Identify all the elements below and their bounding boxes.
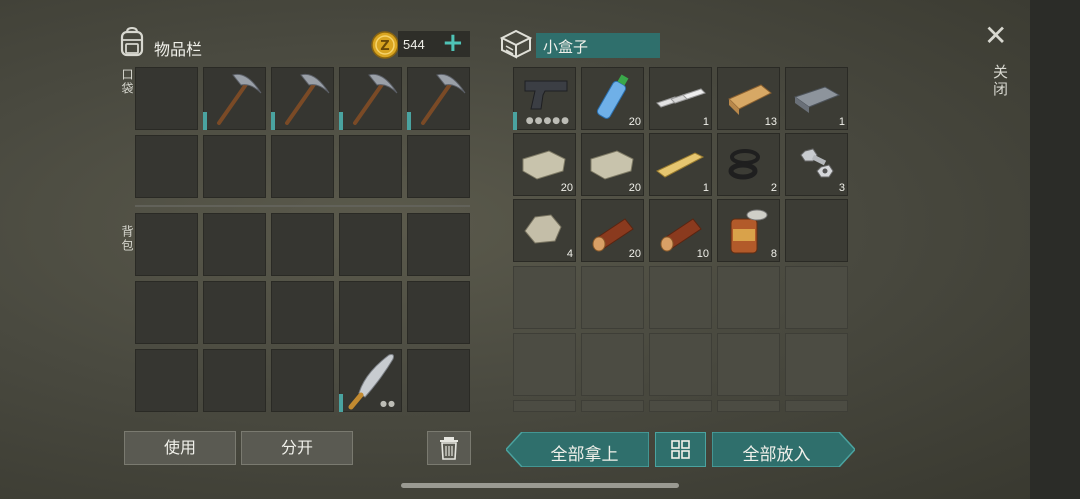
- container-slot[interactable]: 4: [513, 199, 576, 262]
- container-slot[interactable]: ●●●●●: [513, 67, 576, 130]
- container-slot[interactable]: 1: [649, 133, 712, 196]
- pocket-slot[interactable]: [339, 135, 402, 198]
- container-slot[interactable]: 1: [649, 67, 712, 130]
- backpack-slot[interactable]: [339, 281, 402, 344]
- container-slot[interactable]: [581, 333, 644, 396]
- backpack-slot[interactable]: [203, 349, 266, 412]
- container-slot[interactable]: [649, 266, 712, 329]
- backpack-slot[interactable]: [135, 213, 198, 276]
- delete-button[interactable]: [427, 431, 471, 465]
- container-slot[interactable]: [581, 266, 644, 329]
- pocket-slot[interactable]: [135, 67, 198, 130]
- container-slot[interactable]: [649, 400, 712, 412]
- coin-icon: Z: [371, 31, 399, 59]
- home-indicator: [401, 483, 679, 488]
- container-slot[interactable]: 8: [717, 199, 780, 262]
- container-slot[interactable]: [581, 400, 644, 412]
- container-slot[interactable]: 20: [581, 133, 644, 196]
- backpack-slot[interactable]: [135, 281, 198, 344]
- pocket-slot[interactable]: [271, 135, 334, 198]
- pickaxe-icon: [217, 73, 262, 125]
- backpack-slot[interactable]: [203, 213, 266, 276]
- sort-button[interactable]: [655, 432, 706, 467]
- box-icon: [499, 29, 533, 59]
- take-all-button[interactable]: 全部拿上: [520, 440, 649, 465]
- pocket-label: 口袋: [120, 68, 134, 96]
- put-all-button[interactable]: 全部放入: [712, 440, 841, 465]
- container-slot[interactable]: 20: [581, 199, 644, 262]
- pocket-slot[interactable]: [339, 67, 402, 130]
- divider: [135, 205, 470, 207]
- backpack-slot[interactable]: [203, 281, 266, 344]
- backpack-slot[interactable]: [271, 213, 334, 276]
- side-panel: [1030, 0, 1080, 499]
- split-button[interactable]: 分开: [241, 431, 353, 465]
- grid-icon: [671, 440, 690, 459]
- backpack-label: 背包: [120, 225, 134, 253]
- container-name: 小盒子: [543, 38, 589, 56]
- backpack-slot[interactable]: [407, 281, 470, 344]
- pocket-slot[interactable]: [203, 67, 266, 130]
- svg-text:Z: Z: [380, 39, 389, 54]
- use-button[interactable]: 使用: [124, 431, 236, 465]
- container-slot[interactable]: 2: [717, 133, 780, 196]
- container-slot[interactable]: [513, 266, 576, 329]
- trash-icon: [440, 437, 458, 460]
- pickaxe-icon: [353, 73, 398, 125]
- container-slot[interactable]: [649, 333, 712, 396]
- container-slot[interactable]: [785, 333, 848, 396]
- backpack-slot[interactable]: [271, 281, 334, 344]
- container-slot[interactable]: [717, 333, 780, 396]
- container-slot[interactable]: [717, 266, 780, 329]
- container-slot[interactable]: 10: [649, 199, 712, 262]
- container-slot[interactable]: 20: [513, 133, 576, 196]
- backpack-slot[interactable]: [407, 213, 470, 276]
- container-slot[interactable]: [513, 400, 576, 412]
- close-label[interactable]: 关闭: [990, 64, 1011, 98]
- backpack-slot[interactable]: ●●: [339, 349, 402, 412]
- container-slot[interactable]: 20: [581, 67, 644, 130]
- pickaxe-icon: [285, 73, 330, 125]
- backpack-slot[interactable]: [135, 349, 198, 412]
- pickaxe-icon: [421, 73, 466, 125]
- container-slot[interactable]: [513, 333, 576, 396]
- backpack-icon: [120, 26, 144, 57]
- backpack-slot[interactable]: [339, 213, 402, 276]
- container-slot[interactable]: 13: [717, 67, 780, 130]
- add-coins-button[interactable]: +: [442, 28, 464, 58]
- coin-count: 544: [403, 37, 425, 52]
- container-slot[interactable]: [785, 266, 848, 329]
- pocket-slot[interactable]: [407, 135, 470, 198]
- pocket-slot[interactable]: [271, 67, 334, 130]
- inventory-title: 物品栏: [154, 40, 203, 59]
- container-slot[interactable]: [717, 400, 780, 412]
- pocket-slot[interactable]: [407, 67, 470, 130]
- backpack-slot[interactable]: [271, 349, 334, 412]
- container-slot[interactable]: [785, 199, 848, 262]
- container-slot[interactable]: [785, 400, 848, 412]
- container-slot[interactable]: 3: [785, 133, 848, 196]
- pocket-slot[interactable]: [135, 135, 198, 198]
- pocket-slot[interactable]: [203, 135, 266, 198]
- container-slot[interactable]: 1: [785, 67, 848, 130]
- close-icon[interactable]: ✕: [984, 20, 1007, 52]
- backpack-slot[interactable]: [407, 349, 470, 412]
